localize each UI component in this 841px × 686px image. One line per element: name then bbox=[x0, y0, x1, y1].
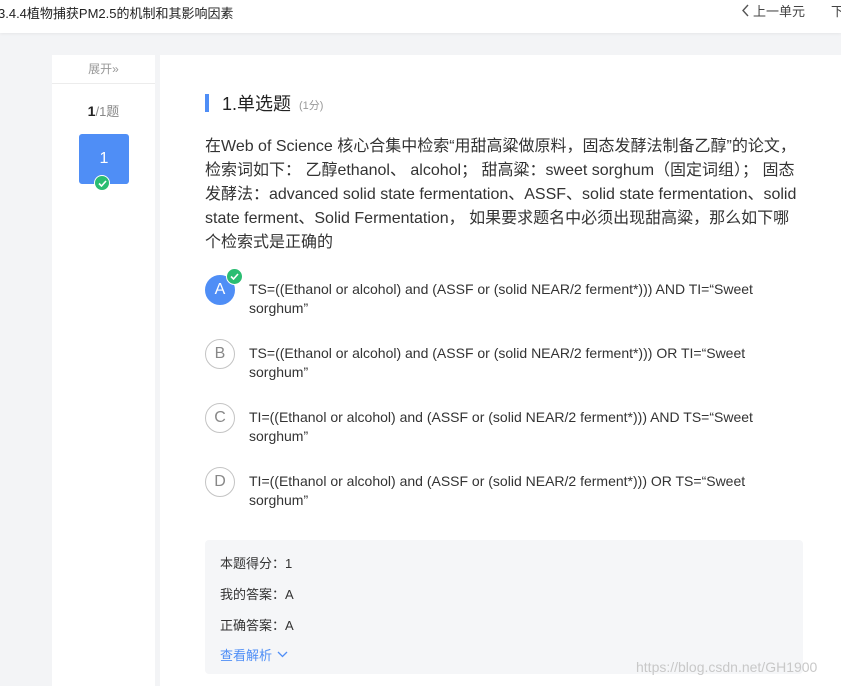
option-a[interactable]: A TS=((Ethanol or alcohol) and (ASSF or … bbox=[205, 268, 765, 318]
option-a-text: TS=((Ethanol or alcohol) and (ASSF or (s… bbox=[249, 281, 753, 316]
view-analysis-label: 查看解析 bbox=[220, 648, 273, 663]
next-unit-button[interactable]: 下 bbox=[831, 1, 841, 20]
option-a-letter: A bbox=[214, 281, 226, 298]
prev-unit-button[interactable]: 上一单元 bbox=[741, 1, 805, 20]
question-nav-button[interactable]: 1 bbox=[79, 134, 129, 191]
answer-summary: 本题得分：1 我的答案：A 正确答案：A 查看解析 bbox=[205, 540, 803, 674]
my-answer-line: 我的答案：A bbox=[220, 587, 294, 602]
option-c-text: TI=((Ethanol or alcohol) and (ASSF or (s… bbox=[249, 409, 753, 444]
option-d[interactable]: D TI=((Ethanol or alcohol) and (ASSF or … bbox=[205, 467, 765, 510]
progress-total: /1题 bbox=[95, 104, 120, 119]
option-b-text: TS=((Ethanol or alcohol) and (ASSF or (s… bbox=[249, 345, 746, 380]
answered-check-icon bbox=[94, 175, 110, 191]
question-type-title: 1.单选题 bbox=[222, 94, 292, 114]
question-progress: 1/1题 bbox=[52, 101, 155, 120]
option-d-text: TI=((Ethanol or alcohol) and (ASSF or (s… bbox=[249, 473, 746, 508]
score-line: 本题得分：1 bbox=[220, 556, 293, 571]
question-heading: 1.单选题 (1分) bbox=[205, 93, 324, 114]
question-sidebar: 展开» 1/1题 1 bbox=[52, 55, 155, 686]
correct-check-icon bbox=[226, 268, 243, 285]
chevron-down-icon bbox=[277, 651, 288, 658]
watermark: https://blog.csdn.net/GH1900 bbox=[636, 659, 818, 675]
option-c-letter: C bbox=[214, 409, 226, 426]
view-analysis-link[interactable]: 查看解析 bbox=[220, 645, 288, 664]
unit-title: 3.4.4植物捕获PM2.5的机制和其影响因素 bbox=[0, 6, 234, 21]
expand-button[interactable]: 展开» bbox=[52, 55, 155, 84]
chevron-left-icon bbox=[742, 4, 749, 17]
question-score: (1分) bbox=[299, 100, 324, 112]
option-c[interactable]: C TI=((Ethanol or alcohol) and (ASSF or … bbox=[205, 403, 765, 446]
option-b-letter: B bbox=[214, 345, 226, 362]
question-stem: 在Web of Science 核心合集中检索“用甜高粱做原料，固态发酵法制备乙… bbox=[205, 138, 797, 251]
prev-unit-label: 上一单元 bbox=[753, 4, 806, 19]
option-b-circle: B bbox=[205, 339, 235, 369]
question-nav-number: 1 bbox=[99, 150, 109, 167]
heading-accent-bar bbox=[205, 94, 209, 112]
correct-answer-line: 正确答案：A bbox=[220, 618, 294, 633]
option-d-letter: D bbox=[214, 473, 226, 490]
top-bar: 3.4.4植物捕获PM2.5的机制和其影响因素 上一单元 下 bbox=[0, 0, 841, 33]
option-b[interactable]: B TS=((Ethanol or alcohol) and (ASSF or … bbox=[205, 339, 765, 382]
option-a-circle: A bbox=[205, 268, 243, 305]
option-c-circle: C bbox=[205, 403, 235, 433]
option-d-circle: D bbox=[205, 467, 235, 497]
question-panel: 1.单选题 (1分) 在Web of Science 核心合集中检索“用甜高粱做… bbox=[160, 55, 841, 686]
